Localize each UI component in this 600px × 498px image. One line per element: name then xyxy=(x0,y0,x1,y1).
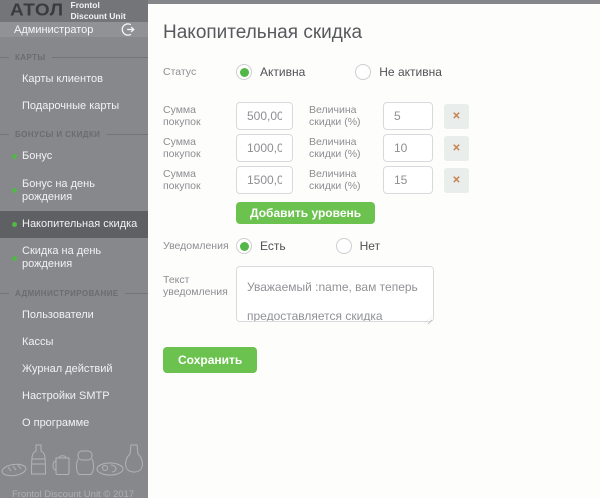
sidebar-item-users[interactable]: Пользователи xyxy=(0,302,148,329)
delete-level-button[interactable]: ✕ xyxy=(444,168,469,193)
radio-label: Не активна xyxy=(379,65,442,79)
user-row: Администратор xyxy=(0,22,148,37)
add-level-button[interactable]: Добавить уровень xyxy=(236,202,375,224)
radio-status-inactive[interactable]: Не активна xyxy=(355,64,442,80)
notifications-row: Уведомления Есть Нет xyxy=(163,238,584,254)
radio-label: Активна xyxy=(260,65,305,79)
sidebar-item-bonus[interactable]: Бонус xyxy=(0,143,148,170)
notification-text-input[interactable]: Уважаемый :name, вам теперь предоставляе… xyxy=(236,266,434,322)
sidebar-item-cash-registers[interactable]: Кассы xyxy=(0,329,148,356)
close-icon: ✕ xyxy=(452,111,460,122)
sidebar: АТОЛ Frontol Discount Unit Администратор… xyxy=(0,0,148,498)
green-dot-icon xyxy=(12,154,17,159)
sidebar-item-label: Бонус xyxy=(22,150,52,162)
notifications-radio-group: Есть Нет xyxy=(236,238,380,254)
atol-logo: АТОЛ xyxy=(10,1,64,21)
level-row: Сумма покупок Величина скидки (%) ✕ xyxy=(163,166,584,194)
section-header-cards: КАРТЫ xyxy=(0,53,148,62)
sum-input[interactable] xyxy=(236,134,293,162)
sidebar-item-label: Скидка на день рождения xyxy=(22,245,101,270)
discount-label: Величина скидки (%) xyxy=(309,136,383,160)
radio-checked-icon xyxy=(236,64,252,80)
main-panel: Накопительная скидка Статус Активна Не а… xyxy=(148,0,600,498)
sidebar-item-label: Кассы xyxy=(22,336,53,348)
page-title: Накопительная скидка xyxy=(163,22,584,44)
app-logo-subtitle: Frontol Discount Unit xyxy=(71,0,126,21)
close-icon: ✕ xyxy=(452,175,460,186)
level-row: Сумма покупок Величина скидки (%) ✕ xyxy=(163,102,584,130)
radio-notifications-no[interactable]: Нет xyxy=(336,238,380,254)
radio-label: Нет xyxy=(360,239,380,253)
sidebar-item-action-log[interactable]: Журнал действий xyxy=(0,356,148,383)
discount-label: Величина скидки (%) xyxy=(309,168,383,192)
status-radio-group: Активна Не активна xyxy=(236,64,442,80)
logout-icon[interactable] xyxy=(121,22,136,37)
sidebar-item-client-cards[interactable]: Карты клиентов xyxy=(0,66,148,93)
app-logo: АТОЛ Frontol Discount Unit xyxy=(0,0,148,22)
status-label: Статус xyxy=(163,66,236,78)
level-row: Сумма покупок Величина скидки (%) ✕ xyxy=(163,134,584,162)
sidebar-item-label: Накопительная скидка xyxy=(22,218,137,230)
sidebar-item-gift-cards[interactable]: Подарочные карты xyxy=(0,93,148,120)
green-dot-icon xyxy=(12,222,17,227)
sidebar-item-smtp-settings[interactable]: Настройки SMTP xyxy=(0,383,148,410)
notification-text-row: Текст уведомления Уважаемый :name, вам т… xyxy=(163,266,584,327)
discount-input[interactable] xyxy=(383,102,433,130)
discount-input[interactable] xyxy=(383,134,433,162)
section-header-bonuses: БОНУСЫ И СКИДКИ xyxy=(0,130,148,139)
notification-text-label: Текст уведомления xyxy=(163,266,236,298)
sidebar-bottom: Frontol Discount Unit © 2017 Компания АТ… xyxy=(0,437,148,498)
sidebar-nav: КАРТЫ Карты клиентов Подарочные карты БО… xyxy=(0,37,148,437)
radio-unchecked-icon xyxy=(355,64,371,80)
save-button[interactable]: Сохранить xyxy=(163,347,257,373)
discount-input[interactable] xyxy=(383,166,433,194)
radio-label: Есть xyxy=(260,239,286,253)
sidebar-item-label: Пользователи xyxy=(22,309,94,321)
sum-label: Сумма покупок xyxy=(163,168,236,192)
radio-status-active[interactable]: Активна xyxy=(236,64,305,80)
sidebar-item-birthday-bonus[interactable]: Бонус на день рождения xyxy=(0,171,148,211)
notifications-label: Уведомления xyxy=(163,240,236,252)
radio-notifications-yes[interactable]: Есть xyxy=(236,238,286,254)
discount-label: Величина скидки (%) xyxy=(309,104,383,128)
green-dot-icon xyxy=(12,188,17,193)
close-icon: ✕ xyxy=(452,143,460,154)
sidebar-item-label: Настройки SMTP xyxy=(22,390,110,402)
sum-input[interactable] xyxy=(236,102,293,130)
sidebar-item-label: Карты клиентов xyxy=(22,73,103,85)
status-row: Статус Активна Не активна xyxy=(163,64,584,80)
sidebar-item-label: Журнал действий xyxy=(22,363,113,375)
sidebar-item-birthday-discount[interactable]: Скидка на день рождения xyxy=(0,238,148,278)
sum-label: Сумма покупок xyxy=(163,104,236,128)
delete-level-button[interactable]: ✕ xyxy=(444,136,469,161)
section-header-admin: АДМИНИСТРИРОВАНИЕ xyxy=(0,289,148,298)
sidebar-item-label: Подарочные карты xyxy=(22,100,119,112)
sum-label: Сумма покупок xyxy=(163,136,236,160)
sidebar-item-label: Бонус на день рождения xyxy=(22,178,95,203)
sidebar-item-about[interactable]: О программе xyxy=(0,410,148,437)
sidebar-item-cumulative-discount[interactable]: Накопительная скидка xyxy=(0,211,148,238)
footer-copyright: Frontol Discount Unit © 2017 xyxy=(12,487,148,498)
sidebar-footer: Frontol Discount Unit © 2017 Компания АТ… xyxy=(0,479,148,498)
radio-unchecked-icon xyxy=(336,238,352,254)
groceries-illustration-icon xyxy=(0,437,148,479)
sidebar-item-label: О программе xyxy=(22,417,89,429)
delete-level-button[interactable]: ✕ xyxy=(444,104,469,129)
sum-input[interactable] xyxy=(236,166,293,194)
green-dot-icon xyxy=(12,256,17,261)
radio-checked-icon xyxy=(236,238,252,254)
user-name: Администратор xyxy=(14,24,93,36)
